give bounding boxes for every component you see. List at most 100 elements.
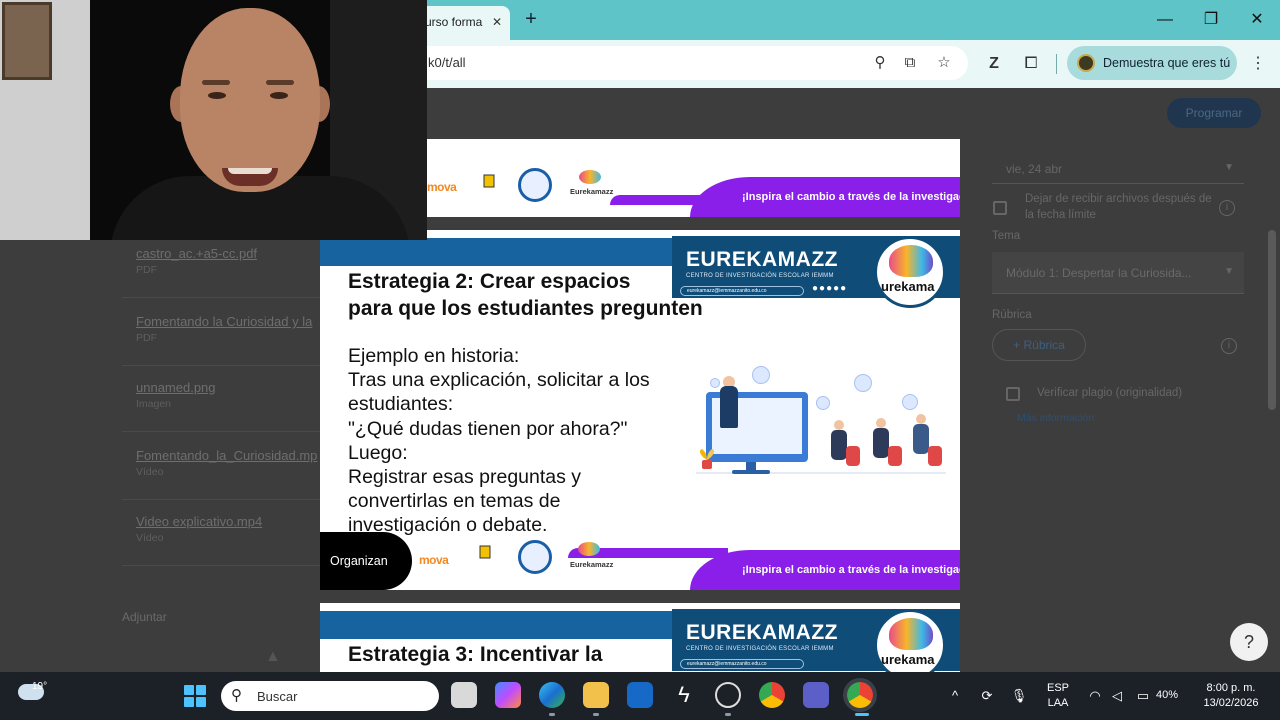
- slide-title-line: Estrategia 3: Incentivar la: [348, 643, 603, 666]
- more-icon[interactable]: ⋮: [1250, 53, 1266, 75]
- more-info-link[interactable]: Más información: [1017, 412, 1094, 424]
- extensions-icon[interactable]: ⧠: [1020, 53, 1042, 75]
- file-explorer-icon[interactable]: [583, 682, 609, 708]
- stop-receiving-label: Dejar de recibir archivos después de la …: [1025, 193, 1212, 221]
- zoom-icon[interactable]: ⚲: [870, 53, 890, 73]
- attachment-type: Vídeo: [136, 466, 164, 478]
- toolbar-divider: [1056, 54, 1057, 74]
- organizers-text: Organizan: [330, 554, 388, 568]
- alcaldia-logo: [465, 544, 505, 570]
- wifi-bubble-icon: [710, 378, 720, 388]
- attachment-item[interactable]: Fomentando la Curiosidad y la PDF: [122, 306, 322, 366]
- language-line: ESP: [1046, 682, 1069, 694]
- battery-percent: 40%: [1156, 689, 1179, 701]
- lightning-app-icon[interactable]: ϟ: [671, 682, 697, 708]
- info-icon[interactable]: i: [1219, 200, 1235, 216]
- eureka-small-mark: [579, 170, 601, 184]
- caret-down-icon: ▼: [1224, 162, 1234, 173]
- address-bar[interactable]: k0/t/all ⚲ ⧉ ☆: [400, 46, 968, 80]
- brain-icon: [889, 245, 933, 277]
- microphone-icon[interactable]: 🎙: [1010, 687, 1028, 705]
- stop-receiving-checkbox[interactable]: [993, 201, 1007, 215]
- topic-select[interactable]: Módulo 1: Despertar la Curiosida... ▼: [992, 252, 1244, 294]
- plagiarism-checkbox[interactable]: [1006, 387, 1020, 401]
- browser-tab[interactable]: urso forma ✕: [415, 6, 510, 40]
- schedule-button[interactable]: Programar: [1167, 98, 1261, 128]
- attachment-name[interactable]: unnamed.png: [136, 380, 216, 395]
- scrollbar[interactable]: [1268, 230, 1276, 410]
- teams-icon[interactable]: [803, 682, 829, 708]
- eureka-small-logo: Eurekamazz: [570, 187, 614, 196]
- topic-value: Módulo 1: Despertar la Curiosida...: [1006, 266, 1192, 280]
- brain-icon: [889, 618, 933, 650]
- edge-icon[interactable]: [539, 682, 565, 708]
- url-text[interactable]: k0/t/all: [428, 55, 466, 70]
- slide-body: Ejemplo en historia: Tras una explicació…: [348, 344, 693, 538]
- tab-title: urso forma: [425, 15, 483, 29]
- volume-icon[interactable]: ◁: [1108, 687, 1126, 705]
- chrome-icon[interactable]: [759, 682, 785, 708]
- copilot-icon[interactable]: [495, 682, 521, 708]
- outlook-icon[interactable]: [627, 682, 653, 708]
- assignment-settings-panel: Programar vie, 24 abr ▼ Dejar de recibir…: [980, 88, 1280, 672]
- attachment-item[interactable]: castro_ac.+a5-cc.pdf PDF: [122, 238, 322, 298]
- slide-body-line: Luego:: [348, 441, 408, 464]
- clock[interactable]: 8:00 p. m. 13/02/2026: [1196, 681, 1266, 711]
- eureka-small-mark: [578, 542, 600, 556]
- avatar: [1077, 54, 1095, 72]
- mova-logo: mova: [419, 553, 449, 567]
- language-indicator[interactable]: ESP LAA: [1043, 681, 1073, 711]
- chrome-profile-icon[interactable]: [847, 682, 873, 708]
- chevron-up-icon[interactable]: ^: [946, 687, 964, 705]
- zotero-icon[interactable]: Z: [983, 53, 1005, 75]
- sync-icon[interactable]: ⟳: [978, 687, 996, 705]
- minimize-icon[interactable]: —: [1150, 8, 1180, 32]
- drive-icon[interactable]: ▲: [265, 648, 281, 666]
- eureka-logo-text: urekama: [881, 279, 935, 294]
- language-line: LAA: [1047, 697, 1069, 709]
- plagiarism-label: Verificar plagio (originalidad): [1037, 387, 1183, 399]
- brand-dots: ●●●●●: [812, 283, 848, 294]
- slide-previous[interactable]: ¡Inspira el cambio a través de la invest…: [427, 139, 960, 217]
- slide-current[interactable]: EUREKAMAZZ CENTRO DE INVESTIGACIÓN ESCOL…: [320, 230, 960, 590]
- mova-logo: mova: [427, 180, 457, 194]
- attachment-item[interactable]: Fomentando_la_Curiosidad.mp Vídeo: [122, 440, 322, 500]
- attachment-type: Vídeo: [136, 532, 164, 544]
- attachment-name[interactable]: castro_ac.+a5-cc.pdf: [136, 246, 257, 261]
- attachment-name[interactable]: Fomentando_la_Curiosidad.mp: [136, 448, 317, 463]
- slide-next[interactable]: EUREKAMAZZ CENTRO DE INVESTIGACIÓN ESCOL…: [320, 603, 960, 672]
- search-bubble-icon: [816, 396, 830, 410]
- slide-body-line: Registrar esas preguntas y: [348, 466, 582, 489]
- eureka-logo: urekama: [874, 236, 946, 308]
- add-rubric-button[interactable]: + Rúbrica: [992, 329, 1086, 361]
- weather-temp[interactable]: 19°: [32, 681, 47, 692]
- idea-bubble-icon: [752, 366, 770, 384]
- attachment-name[interactable]: Fomentando la Curiosidad y la: [136, 314, 312, 329]
- new-tab-icon[interactable]: +: [520, 8, 542, 30]
- attachment-item[interactable]: Video explicativo.mp4 Vídeo: [122, 506, 322, 566]
- slide-banner: ¡Inspira el cambio a través de la invest…: [690, 550, 960, 590]
- wifi-icon[interactable]: ◠: [1086, 687, 1104, 705]
- task-view-icon[interactable]: [451, 682, 477, 708]
- wall-picture: [2, 2, 52, 80]
- star-icon[interactable]: ☆: [934, 53, 954, 73]
- clock-date: 13/02/2026: [1203, 697, 1259, 709]
- taskbar-search[interactable]: ⚲ Buscar: [221, 681, 439, 711]
- help-button[interactable]: ?: [1230, 623, 1268, 661]
- profile-button[interactable]: Demuestra que eres tú: [1067, 46, 1237, 80]
- tab-close-icon[interactable]: ✕: [492, 15, 502, 29]
- attachment-type: Imagen: [136, 398, 172, 410]
- attachment-item[interactable]: unnamed.png Imagen: [122, 372, 322, 432]
- restore-icon[interactable]: ❐: [1196, 8, 1226, 32]
- camera-app-icon[interactable]: [715, 682, 741, 708]
- due-date-field[interactable]: vie, 24 abr ▼: [992, 148, 1244, 184]
- attachment-name[interactable]: Video explicativo.mp4: [136, 514, 262, 529]
- battery-icon[interactable]: ▭: [1134, 687, 1152, 705]
- organizers-label: Organizan: [320, 532, 412, 590]
- close-window-icon[interactable]: ✕: [1242, 8, 1272, 32]
- caret-down-icon: ▼: [1224, 266, 1234, 277]
- info-icon[interactable]: i: [1221, 338, 1237, 354]
- install-icon[interactable]: ⧉: [900, 53, 920, 73]
- slide-body-line: convertirlas en temas de: [348, 490, 561, 513]
- start-icon[interactable]: [184, 685, 206, 707]
